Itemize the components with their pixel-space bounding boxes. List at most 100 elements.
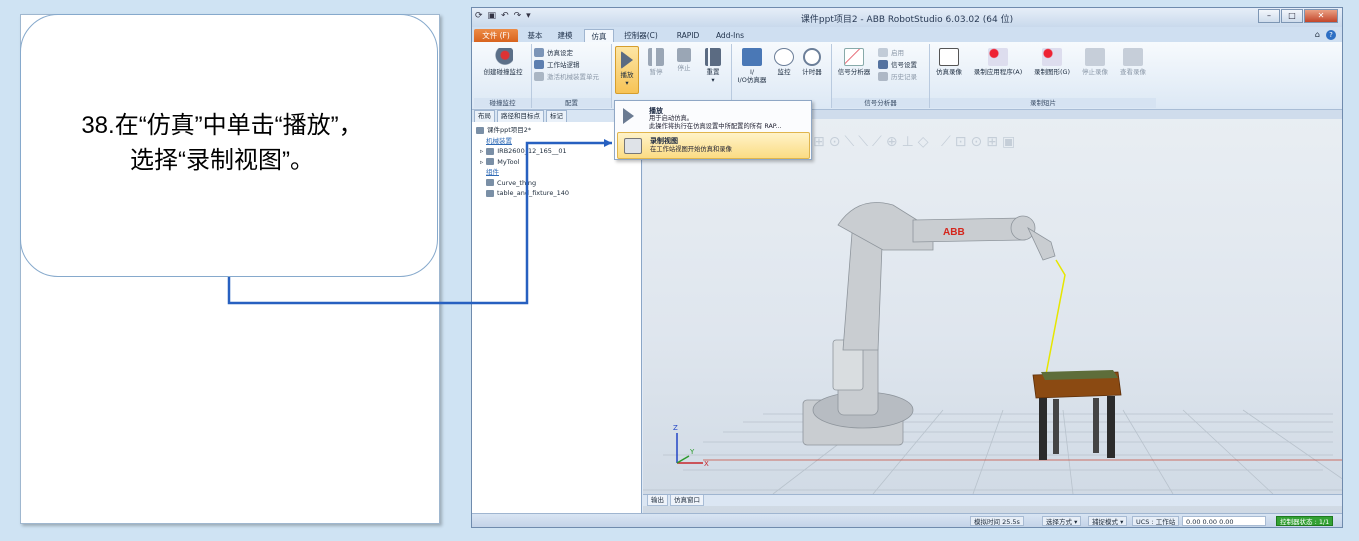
tab-addins[interactable]: Add-Ins	[712, 29, 748, 42]
scene-svg: ABB Z X Y	[643, 202, 1342, 494]
record-sim-icon	[939, 48, 959, 66]
tab-simulation[interactable]: 仿真	[584, 29, 614, 42]
station-logic-button[interactable]: 工作站逻辑	[534, 60, 580, 69]
minimize-button[interactable]: –	[1258, 9, 1280, 23]
tab-modeling[interactable]: 建模	[552, 29, 578, 42]
expand-icon[interactable]: ▹	[480, 157, 483, 168]
tree-category-mechanisms: 机械装置	[486, 136, 512, 145]
record-graphics-button[interactable]: 录制图形(G)	[1030, 48, 1074, 76]
reset-button[interactable]: 重置 ▾	[700, 48, 726, 84]
ucs-status[interactable]: UCS : 工作站	[1132, 516, 1180, 526]
menu-item-record-title: 录制视图	[650, 137, 678, 145]
tree-item-tool[interactable]: ▹ MyTool	[476, 157, 637, 168]
tab-paths-targets[interactable]: 路径和目标点	[497, 110, 544, 122]
table	[1032, 370, 1122, 460]
menu-item-record-view[interactable]: 录制视图 在工作站视图开始仿真和录像	[617, 132, 810, 159]
record-app-icon	[988, 48, 1008, 66]
robot-icon	[486, 147, 495, 155]
activate-mechanism-button[interactable]: 激活机械装置单元	[534, 72, 599, 81]
menu-item-record-desc: 在工作站视图开始仿真和录像	[650, 146, 732, 153]
3d-viewport[interactable]: ⊞⊙⟍⟍⟋⊕⊥◇ ⟋⊡⊙⊞▣ ABB Z X Y	[643, 110, 1342, 514]
group-collision: 创建碰撞监控 碰撞监控	[474, 44, 532, 108]
tab-layout[interactable]: 布局	[474, 110, 495, 122]
maximize-button[interactable]: □	[1281, 9, 1303, 23]
part-icon	[486, 179, 494, 187]
controller-status: 控制器状态 : 1/1	[1276, 516, 1334, 526]
mechanism-icon	[534, 72, 544, 81]
play-button[interactable]: 播放 ▾	[615, 46, 639, 94]
tab-rapid[interactable]: RAPID	[672, 29, 704, 42]
stop-record-button[interactable]: 停止录像	[1078, 48, 1112, 76]
play-icon	[623, 108, 634, 124]
ribbon: 创建碰撞监控 碰撞监控 仿真设定 工作站逻辑 激活机械装置单元 配置 播放 ▾ …	[472, 42, 1342, 110]
station-logic-icon	[534, 60, 544, 69]
pause-button[interactable]: 暂停	[644, 48, 668, 76]
group-config-label: 配置	[532, 98, 611, 108]
signal-settings-icon	[878, 60, 888, 69]
tab-tags[interactable]: 标记	[546, 110, 567, 122]
menu-item-play[interactable]: 播放 用于启动仿真。 此操作将执行在仿真设置中所配置的所有 RAP...	[617, 103, 810, 130]
signal-analyzer-icon	[844, 48, 864, 66]
view-record-icon	[1123, 48, 1143, 66]
instruction-text: 38.在“仿真”中单击“播放”， 选择“录制视图”。	[52, 108, 392, 178]
tree-root[interactable]: 课件ppt项目2*	[476, 125, 637, 136]
sim-time-status: 模拟时间 25.5s	[970, 516, 1024, 526]
signal-analyzer-button[interactable]: 信号分析器	[834, 48, 874, 76]
group-record: 仿真录像 录制应用程序(A) 录制图形(G) 停止录像 查看录像 录制短片	[930, 44, 1156, 108]
enable-button[interactable]: 启用	[878, 48, 904, 57]
tree-item-part-curve[interactable]: Curve_thing	[476, 178, 637, 189]
station-icon	[476, 126, 484, 134]
layout-browser: 布局 路径和目标点 标记 课件ppt项目2* 机械装置 ▹ IRB2600_12_…	[472, 110, 642, 514]
window-controls: – □ ✕	[1258, 9, 1338, 23]
axis-y-label: Y	[689, 448, 695, 456]
tab-output[interactable]: 输出	[647, 495, 668, 506]
robotstudio-window: ⟳ ▣ ↶ ↷ ▾ 课件ppt项目2 - ABB RobotStudio 6.0…	[471, 7, 1343, 528]
tab-sim-window[interactable]: 仿真窗口	[670, 495, 704, 506]
tree-category-parts: 组件	[486, 168, 499, 176]
instruction-line-2: 选择“录制视图”。	[130, 147, 314, 174]
close-button[interactable]: ✕	[1304, 9, 1338, 23]
window-title: 课件ppt项目2 - ABB RobotStudio 6.03.02 (64 位…	[800, 15, 1014, 25]
io-simulator-button[interactable]: I/I/O仿真器	[736, 48, 768, 84]
tab-file[interactable]: 文件 (F)	[474, 29, 518, 42]
part-icon	[486, 189, 494, 197]
monitor-button[interactable]: 监控	[772, 48, 796, 76]
group-signal-label: 信号分析器	[832, 98, 929, 108]
play-icon	[621, 51, 633, 69]
sim-setup-button[interactable]: 仿真设定	[534, 48, 573, 57]
record-app-button[interactable]: 录制应用程序(A)	[970, 48, 1026, 76]
reset-icon	[705, 48, 721, 66]
tree-item-robot[interactable]: ▹ IRB2600_12_165__01	[476, 146, 637, 157]
select-mode-dropdown[interactable]: 选择方式 ▾	[1042, 516, 1082, 526]
group-signal: 信号分析器 启用 信号设置 历史记录 信号分析器	[832, 44, 930, 108]
help-icon[interactable]: ?	[1326, 30, 1336, 40]
content-area: 布局 路径和目标点 标记 课件ppt项目2* 机械装置 ▹ IRB2600_12_…	[472, 110, 1342, 514]
group-collision-label: 碰撞监控	[474, 98, 531, 108]
tree-item-part-table[interactable]: table_and_fixture_140	[476, 188, 637, 199]
view-record-button[interactable]: 查看录像	[1116, 48, 1150, 76]
help-area: ⌂ ?	[1315, 30, 1336, 40]
timer-button[interactable]: 计时器	[798, 48, 826, 76]
title-bar: ⟳ ▣ ↶ ↷ ▾ 课件ppt项目2 - ABB RobotStudio 6.0…	[472, 8, 1342, 27]
history-button[interactable]: 历史记录	[878, 72, 917, 81]
signal-settings-button[interactable]: 信号设置	[878, 60, 917, 69]
history-icon	[878, 72, 888, 81]
record-graphics-icon	[1042, 48, 1062, 66]
group-sim-control: 播放 ▾ 暂停 停止 重置 ▾	[612, 44, 732, 108]
collapse-ribbon-icon[interactable]: ⌂	[1315, 30, 1320, 40]
snap-mode-dropdown[interactable]: 捕捉模式 ▾	[1088, 516, 1128, 526]
stop-button[interactable]: 停止	[672, 48, 696, 72]
stop-record-icon	[1085, 48, 1105, 66]
coords-field[interactable]: 0.00 0.00 0.00	[1182, 516, 1266, 526]
axis-x-label: X	[704, 460, 709, 468]
enable-icon	[878, 48, 888, 57]
sim-setup-icon	[534, 48, 544, 57]
instruction-line-1: 38.在“仿真”中单击“播放”，	[81, 112, 363, 139]
tab-home[interactable]: 基本	[522, 29, 548, 42]
tab-controller[interactable]: 控制器(C)	[620, 29, 662, 42]
record-sim-button[interactable]: 仿真录像	[932, 48, 966, 76]
create-collision-monitor-button[interactable]: 创建碰撞监控	[476, 48, 530, 76]
expand-icon[interactable]: ▹	[480, 146, 483, 157]
axis-z-label: Z	[673, 424, 678, 432]
svg-text:ABB: ABB	[943, 227, 965, 238]
